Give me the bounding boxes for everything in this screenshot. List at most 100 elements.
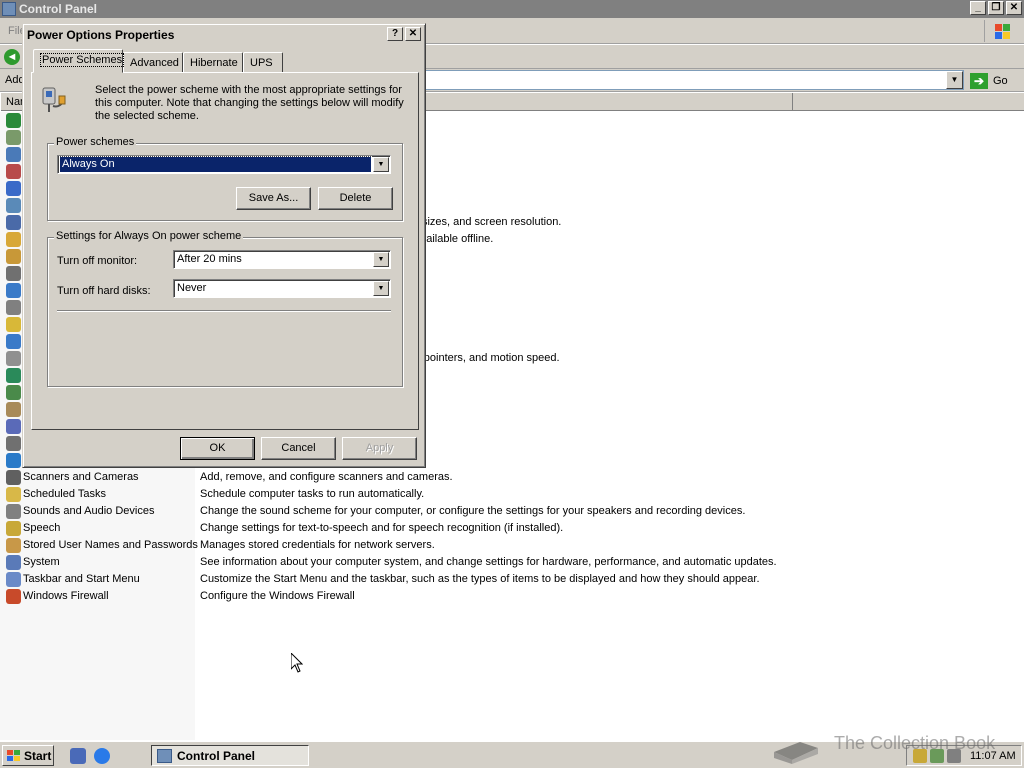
control-panel-item-icon xyxy=(6,436,21,451)
scheme-settings-legend: Settings for Always On power scheme xyxy=(54,230,244,242)
list-item[interactable]: Taskbar and Start Menu Customize the Star… xyxy=(0,571,1024,588)
internet-explorer-icon[interactable] xyxy=(94,748,110,764)
control-panel-item-icon xyxy=(6,538,21,553)
control-panel-item-icon xyxy=(6,317,21,332)
control-panel-item-icon xyxy=(6,164,21,179)
power-scheme-value: Always On xyxy=(59,156,372,173)
control-panel-item-icon xyxy=(6,402,21,417)
control-panel-item-icon xyxy=(6,419,21,434)
item-description: Change the sound scheme for your compute… xyxy=(200,505,746,517)
control-panel-item-icon xyxy=(6,232,21,247)
list-item[interactable]: Speech Change settings for text-to-speech… xyxy=(0,520,1024,537)
list-item[interactable]: Stored User Names and Passwords Manages s… xyxy=(0,537,1024,554)
control-panel-item-icon xyxy=(6,215,21,230)
item-name: System xyxy=(23,556,60,568)
mouse-cursor-icon xyxy=(291,653,303,673)
item-name: Scheduled Tasks xyxy=(23,488,106,500)
dialog-intro-text: Select the power scheme with the most ap… xyxy=(95,84,404,122)
turn-off-disks-value: Never xyxy=(177,282,207,294)
control-panel-item-icon xyxy=(6,504,21,519)
power-options-dialog: Power Options Properties ? ✕ Advanced Hi… xyxy=(22,23,426,468)
power-scheme-select[interactable]: Always On ▼ xyxy=(57,155,391,174)
item-description: Manages stored credentials for network s… xyxy=(200,539,435,551)
tab-hibernate[interactable]: Hibernate xyxy=(183,52,243,73)
address-dropdown-button[interactable]: ▼ xyxy=(946,71,963,89)
control-panel-item-icon xyxy=(6,181,21,196)
taskbar-control-panel-button[interactable]: Control Panel xyxy=(151,745,309,766)
save-as-button[interactable]: Save As... xyxy=(236,187,311,210)
control-panel-item-icon xyxy=(6,266,21,281)
item-name: Stored User Names and Passwords xyxy=(23,539,198,551)
ok-button[interactable]: OK xyxy=(180,437,255,460)
list-item[interactable]: Scheduled Tasks Schedule computer tasks t… xyxy=(0,486,1024,503)
list-item[interactable]: Scanners and Cameras Add, remove, and con… xyxy=(0,469,1024,486)
list-item[interactable]: Windows Firewall Configure the Windows Fi… xyxy=(0,588,1024,605)
item-description: Customize the Start Menu and the taskbar… xyxy=(200,573,760,585)
control-panel-item-icon xyxy=(6,300,21,315)
tab-hibernate-label: Hibernate xyxy=(190,57,238,69)
item-description: Add, remove, and configure scanners and … xyxy=(200,471,453,483)
control-panel-item-icon xyxy=(6,385,21,400)
restore-button[interactable]: ❐ xyxy=(988,1,1004,15)
monitor-dropdown-icon[interactable]: ▼ xyxy=(373,252,389,267)
control-panel-item-icon xyxy=(6,487,21,502)
turn-off-monitor-value: After 20 mins xyxy=(177,253,242,265)
item-name: Speech xyxy=(23,522,61,534)
go-button[interactable]: ➔ Go xyxy=(970,71,1020,90)
book-logo-icon xyxy=(774,742,818,764)
watermark-text: The Collection Book xyxy=(834,732,996,753)
tab-power-schemes[interactable]: Power Schemes xyxy=(33,49,125,73)
item-name: Sounds and Audio Devices xyxy=(23,505,155,517)
show-desktop-icon[interactable] xyxy=(70,748,86,764)
list-item[interactable]: System See information about your compute… xyxy=(0,554,1024,571)
control-panel-item-icon xyxy=(6,249,21,264)
turn-off-disks-label: Turn off hard disks: xyxy=(57,285,151,297)
dialog-close-button[interactable]: ✕ xyxy=(405,27,421,41)
tab-ups-label: UPS xyxy=(250,57,273,69)
minimize-button[interactable]: _ xyxy=(970,1,986,15)
item-name: Windows Firewall xyxy=(23,590,109,602)
power-plug-icon xyxy=(42,87,66,112)
help-button[interactable]: ? xyxy=(387,27,403,41)
start-label: Start xyxy=(24,748,52,763)
control-panel-icon xyxy=(157,748,172,763)
dialog-titlebar[interactable]: Power Options Properties ? ✕ xyxy=(25,26,423,44)
item-description: See information about your computer syst… xyxy=(200,556,777,568)
close-button[interactable]: ✕ xyxy=(1006,1,1022,15)
control-panel-item-icon xyxy=(6,113,21,128)
go-arrow-icon: ➔ xyxy=(970,72,988,89)
control-panel-item-icon xyxy=(6,198,21,213)
control-panel-item-icon xyxy=(6,589,21,604)
control-panel-titlebar[interactable]: Control Panel _ ❐ ✕ xyxy=(0,0,1024,18)
dialog-title: Power Options Properties xyxy=(27,28,175,42)
control-panel-item-icon xyxy=(6,283,21,298)
control-panel-item-icon xyxy=(6,521,21,536)
item-description: Configure the Windows Firewall xyxy=(200,590,355,602)
settings-divider xyxy=(57,310,391,312)
turn-off-monitor-label: Turn off monitor: xyxy=(57,255,138,267)
item-name: Taskbar and Start Menu xyxy=(23,573,140,585)
tab-ups[interactable]: UPS xyxy=(243,52,283,73)
item-name: Scanners and Cameras xyxy=(23,471,139,483)
windows-logo-icon xyxy=(984,20,1020,42)
turn-off-disks-select[interactable]: Never ▼ xyxy=(173,279,391,298)
tab-advanced[interactable]: Advanced xyxy=(123,52,183,73)
control-panel-item-icon xyxy=(6,555,21,570)
back-arrow-icon[interactable]: ◄ xyxy=(4,49,20,65)
window-title: Control Panel xyxy=(19,2,98,16)
apply-button[interactable]: Apply xyxy=(342,437,417,460)
power-scheme-dropdown-icon[interactable]: ▼ xyxy=(373,157,389,172)
control-panel-item-icon xyxy=(6,147,21,162)
disks-dropdown-icon[interactable]: ▼ xyxy=(373,281,389,296)
start-button[interactable]: Start xyxy=(2,745,54,766)
control-panel-item-icon xyxy=(6,334,21,349)
list-item[interactable]: Sounds and Audio Devices Change the sound… xyxy=(0,503,1024,520)
delete-button[interactable]: Delete xyxy=(318,187,393,210)
power-schemes-legend: Power schemes xyxy=(54,136,137,148)
item-description: Schedule computer tasks to run automatic… xyxy=(200,488,425,500)
control-panel-item-icon xyxy=(6,453,21,468)
start-flag-icon xyxy=(7,749,21,762)
cancel-button[interactable]: Cancel xyxy=(261,437,336,460)
go-label: Go xyxy=(993,74,1008,87)
turn-off-monitor-select[interactable]: After 20 mins ▼ xyxy=(173,250,391,269)
